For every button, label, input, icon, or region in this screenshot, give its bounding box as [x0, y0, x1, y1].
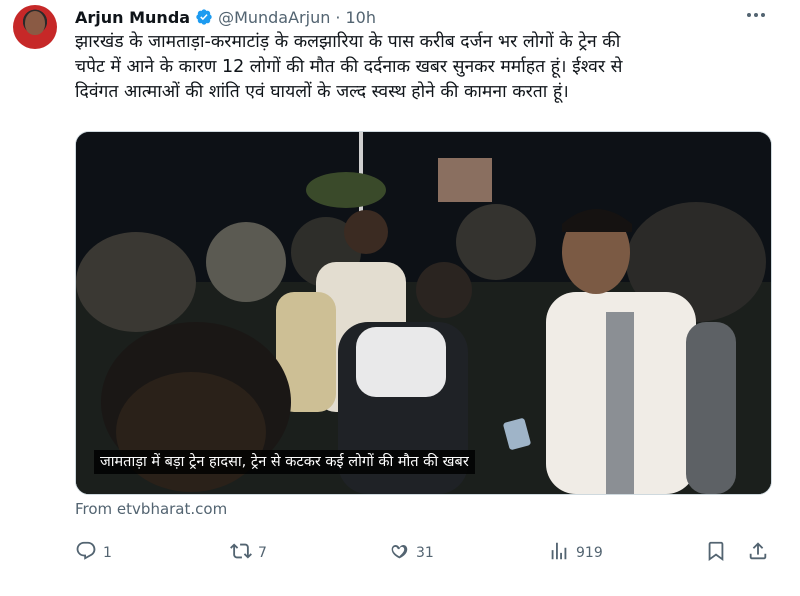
more-options-icon[interactable]	[745, 8, 767, 22]
views-count: 919	[576, 545, 603, 561]
bookmark-icon	[705, 540, 727, 566]
repost-icon	[230, 540, 252, 566]
author-name[interactable]: Arjun Munda	[75, 8, 190, 27]
reply-count: 1	[103, 545, 112, 561]
media-source-link[interactable]: From etvbharat.com	[75, 500, 227, 518]
tweet-text: झारखंड के जामताड़ा-करमाटांड़ के कलझारिया…	[75, 30, 775, 105]
tweet-actions: 1 7 31 919	[75, 538, 775, 568]
bookmark-button[interactable]	[705, 538, 727, 568]
verified-badge-icon	[195, 8, 213, 26]
media-image[interactable]: जामताड़ा में बड़ा ट्रेन हादसा, ट्रेन से …	[75, 131, 772, 495]
like-count: 31	[416, 545, 434, 561]
tweet-text-line: दिवंगत आत्माओं की शांति एवं घायलों के जल…	[75, 82, 569, 102]
media-caption: जामताड़ा में बड़ा ट्रेन हादसा, ट्रेन से …	[94, 450, 475, 474]
share-button[interactable]	[747, 538, 769, 568]
separator-dot: ·	[335, 7, 341, 27]
reply-button[interactable]: 1	[75, 538, 112, 568]
like-button[interactable]: 31	[388, 538, 434, 568]
repost-button[interactable]: 7	[230, 538, 267, 568]
tweet: Arjun Munda @MundaArjun · 10h झारखंड के …	[0, 0, 800, 596]
tweet-text-line: चपेट में आने के कारण 12 लोगों की मौत की …	[75, 57, 623, 77]
tweet-text-line: झारखंड के जामताड़ा-करमाटांड़ के कलझारिया…	[75, 32, 621, 52]
views-bar-chart-icon	[548, 540, 570, 566]
repost-count: 7	[258, 545, 267, 561]
night-crowd-photo	[76, 132, 771, 494]
avatar[interactable]	[13, 5, 57, 49]
tweet-time[interactable]: 10h	[345, 8, 376, 27]
reply-icon	[75, 540, 97, 566]
tweet-header: Arjun Munda @MundaArjun · 10h	[75, 4, 376, 30]
views-button[interactable]: 919	[548, 538, 603, 568]
share-icon	[747, 540, 769, 566]
author-handle[interactable]: @MundaArjun	[218, 8, 330, 27]
heart-icon	[388, 540, 410, 566]
